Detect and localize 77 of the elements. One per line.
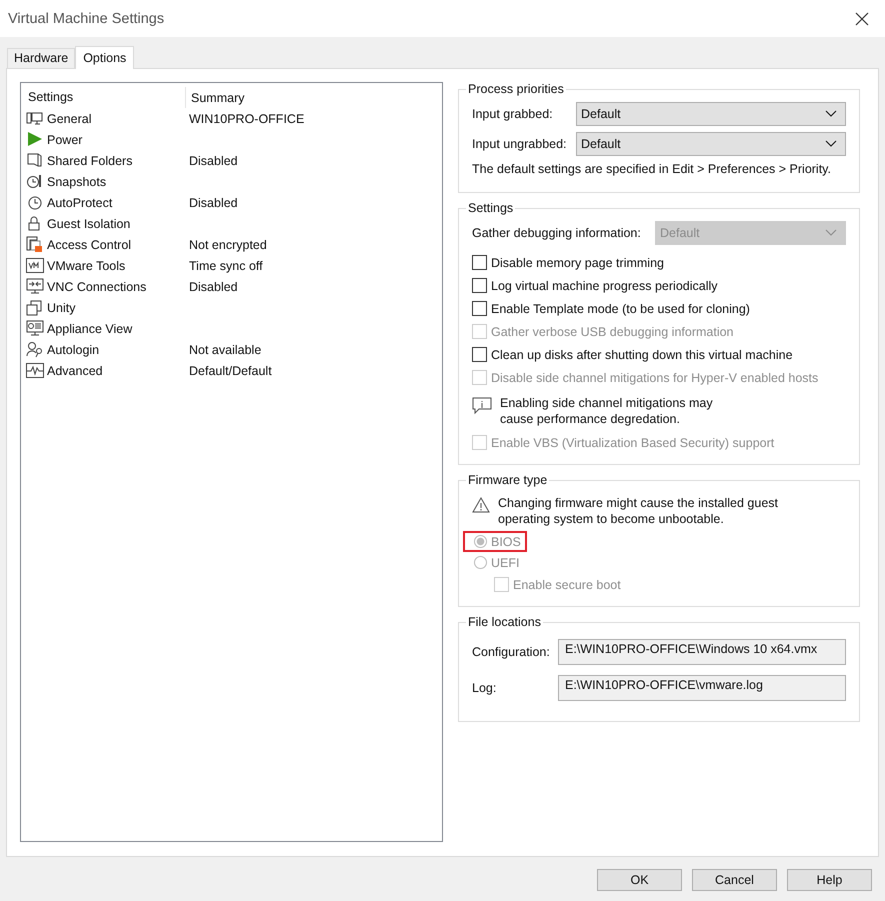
setting-icon [26, 278, 44, 295]
ok-button[interactable]: OK [597, 869, 682, 891]
setting-name[interactable]: Access Control [47, 238, 132, 252]
group-title: File locations [467, 615, 542, 629]
checkbox[interactable] [472, 278, 487, 293]
checkbox[interactable] [472, 301, 487, 316]
checkbox[interactable] [472, 255, 487, 270]
setting-icon [26, 320, 44, 337]
radio-label: UEFI [491, 556, 520, 570]
checkbox-label: Clean up disks after shutting down this virtual machine [491, 348, 793, 362]
caret-icon [825, 229, 837, 237]
setting-summary: Not encrypted [188, 238, 267, 252]
column-header: Settings [26, 87, 186, 108]
window-title: Virtual Machine Settings [8, 10, 164, 26]
path-field[interactable]: E:\WIN10PRO-OFFICE\Windows 10 x64.vmx [558, 639, 846, 665]
help-button[interactable]: Help [787, 869, 872, 891]
checkbox-label: Log virtual machine progress periodically [491, 278, 718, 292]
group-title: Settings [467, 201, 514, 215]
dropdown[interactable]: Default [576, 102, 846, 126]
checkbox-label: Gather verbose USB debugging information [491, 324, 734, 338]
cancel-button[interactable]: Cancel [692, 869, 777, 891]
info-text: Enabling side channel mitigations may cause performance degredation. [500, 395, 713, 427]
setting-icon [26, 341, 44, 358]
setting-name[interactable]: General [47, 112, 92, 126]
setting-summary: Time sync off [188, 258, 263, 272]
setting-name[interactable]: Unity [47, 300, 76, 314]
caret-icon [825, 140, 837, 148]
path-field[interactable]: E:\WIN10PRO-OFFICE\vmware.log [558, 675, 846, 701]
group-title: Process priorities [467, 82, 565, 96]
setting-name[interactable]: Power [47, 132, 82, 146]
warning-icon [472, 497, 490, 513]
caret-icon [825, 110, 837, 118]
setting-summary: Disabled [188, 280, 238, 294]
warning-text: Changing firmware might cause the installed guest operating system to become unbootable. [498, 495, 778, 527]
setting-name[interactable]: VMware Tools [47, 258, 126, 272]
setting-icon [26, 152, 44, 169]
checkbox-label: Disable side channel mitigations for Hyper-V enabled hosts [491, 370, 818, 384]
setting-name[interactable]: Guest Isolation [47, 216, 130, 230]
setting-name[interactable]: AutoProtect [47, 196, 112, 210]
setting-name[interactable]: Advanced [47, 364, 103, 378]
checkbox-label: Disable memory page trimming [491, 256, 664, 270]
checkbox-label: Enable secure boot [513, 578, 621, 592]
setting-icon [26, 299, 44, 316]
field-label: Input ungrabbed: [472, 137, 568, 151]
note-text: The default settings are specified in Edit > Preferences > Priority. [472, 162, 832, 176]
checkbox-label: Enable Template mode (to be used for cloning) [491, 302, 750, 316]
group-title: Firmware type [467, 473, 548, 487]
setting-icon [26, 257, 44, 274]
column-header: Summary [190, 90, 244, 104]
info-icon [472, 397, 492, 415]
close-icon[interactable] [855, 12, 869, 26]
tab[interactable]: Hardware [7, 48, 76, 68]
field-label: Log: [472, 681, 498, 695]
setting-name[interactable]: Autologin [47, 342, 100, 356]
checkbox-label: Enable VBS (Virtualization Based Security) support [491, 436, 774, 450]
setting-icon [26, 131, 44, 148]
setting-name[interactable]: Shared Folders [47, 154, 132, 168]
setting-summary: Disabled [188, 154, 238, 168]
checkbox[interactable] [472, 347, 487, 362]
setting-summary: Disabled [188, 196, 238, 210]
setting-icon [26, 173, 44, 190]
setting-name[interactable]: Appliance View [47, 322, 132, 336]
setting-name[interactable]: Snapshots [47, 174, 106, 188]
setting-summary: Not available [188, 342, 262, 356]
setting-icon [26, 362, 44, 379]
dropdown[interactable]: Default [576, 132, 846, 156]
setting-name[interactable]: VNC Connections [47, 280, 146, 294]
setting-summary: WIN10PRO-OFFICE [188, 112, 304, 126]
radio-label: BIOS [491, 534, 521, 548]
tab[interactable]: Options [75, 46, 134, 69]
setting-icon [26, 110, 44, 127]
field-label: Gather debugging information: [472, 226, 642, 240]
field-label: Configuration: [472, 645, 551, 659]
setting-icon [26, 194, 44, 211]
setting-summary: Default/Default [188, 364, 272, 378]
setting-icon [26, 236, 44, 253]
field-label: Input grabbed: [472, 107, 554, 121]
